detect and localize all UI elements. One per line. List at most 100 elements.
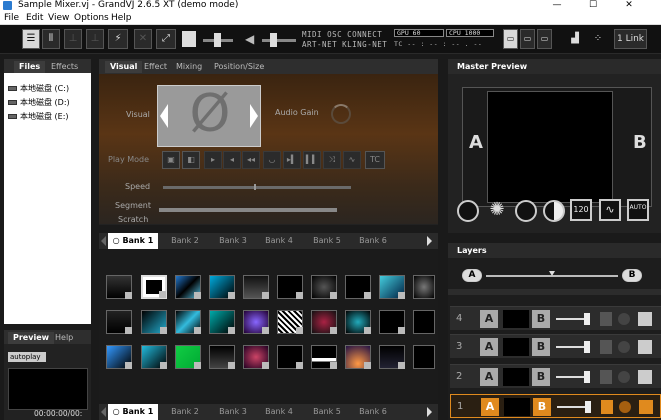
- menu-help[interactable]: Help: [111, 11, 132, 25]
- layer-opacity-handle[interactable]: [584, 371, 590, 383]
- play-mode-loop-button[interactable]: ▣: [162, 151, 180, 169]
- clip-thumbnail[interactable]: [243, 310, 269, 334]
- clip-edit-icon[interactable]: [262, 292, 269, 299]
- pause-button[interactable]: ▍▍: [303, 151, 321, 169]
- layer-opacity-handle[interactable]: [585, 401, 591, 413]
- clip-thumbnail[interactable]: [277, 345, 303, 369]
- snap-left-button[interactable]: ⊥: [64, 29, 82, 49]
- clip-thumbnail[interactable]: [209, 310, 235, 334]
- layer-edit-icon[interactable]: [638, 312, 652, 326]
- speaker-icon[interactable]: ◀: [245, 33, 255, 45]
- menu-file[interactable]: File: [4, 11, 19, 25]
- protocols-line1[interactable]: MIDI OSC CONNECT: [302, 30, 382, 39]
- clip-edit-icon[interactable]: [160, 362, 167, 369]
- clip-edit-icon[interactable]: [159, 291, 166, 298]
- bank-scroll-right-icon[interactable]: [427, 236, 432, 246]
- drive-d[interactable]: 本地磁盘 (D:): [8, 97, 70, 108]
- bank-tab-6-bottom[interactable]: Bank 6: [353, 404, 393, 420]
- layer-stop-button[interactable]: [618, 313, 630, 325]
- tab-effect[interactable]: Effect: [139, 61, 172, 73]
- clip-edit-icon[interactable]: [194, 292, 201, 299]
- layer-edit-icon[interactable]: [638, 340, 652, 354]
- drive-c[interactable]: 本地磁盘 (C:): [8, 83, 69, 94]
- layer-b-button[interactable]: B: [533, 398, 551, 416]
- layer-row-1[interactable]: 1 A B: [450, 394, 661, 418]
- clip-thumbnail[interactable]: [209, 345, 235, 369]
- crossfade-b-button[interactable]: B: [622, 269, 642, 282]
- clip-edit-icon[interactable]: [296, 362, 303, 369]
- clip-edit-icon[interactable]: [296, 327, 303, 334]
- clip-thumbnail[interactable]: [277, 275, 303, 299]
- clip-edit-icon[interactable]: [228, 362, 235, 369]
- clip-edit-icon[interactable]: [364, 362, 371, 369]
- layer-stop-button[interactable]: [618, 371, 630, 383]
- clip-thumbnail[interactable]: [413, 275, 435, 299]
- layer-b-button[interactable]: B: [532, 338, 550, 356]
- play-mode-bounce-button[interactable]: ◧: [182, 151, 200, 169]
- close-button[interactable]: ✕: [614, 0, 644, 11]
- stop-button[interactable]: ▸▍: [283, 151, 301, 169]
- matrix-button[interactable]: ⁘: [590, 29, 606, 49]
- layer-a-button[interactable]: A: [480, 310, 498, 328]
- layer-a-button[interactable]: A: [480, 368, 498, 386]
- volume-slider-track[interactable]: [262, 39, 296, 42]
- clip-edit-icon[interactable]: [228, 292, 235, 299]
- bank-tab-4[interactable]: Bank 4: [259, 233, 299, 249]
- layer-b-button[interactable]: B: [532, 310, 550, 328]
- bank-tab-6[interactable]: Bank 6: [353, 233, 393, 249]
- maximize-button[interactable]: ☐: [578, 0, 608, 11]
- bank-tab-3-bottom[interactable]: Bank 3: [213, 404, 253, 420]
- clip-edit-icon[interactable]: [330, 292, 337, 299]
- bank-tab-5[interactable]: Bank 5: [307, 233, 347, 249]
- clip-thumbnail[interactable]: [209, 275, 235, 299]
- tab-preview[interactable]: Preview: [8, 332, 55, 344]
- bank-tab-2[interactable]: Bank 2: [165, 233, 205, 249]
- layer-opacity-handle[interactable]: [584, 341, 590, 353]
- autoplay-toggle[interactable]: autoplay: [8, 352, 46, 362]
- layer-edit-icon[interactable]: [639, 400, 653, 414]
- layer-b-button[interactable]: B: [532, 368, 550, 386]
- bank-scroll-left-icon[interactable]: [101, 236, 106, 246]
- clip-thumbnail[interactable]: [106, 310, 132, 334]
- random-button[interactable]: ⤨: [323, 151, 341, 169]
- clip-edit-icon[interactable]: [398, 292, 405, 299]
- master-brightness-knob-icon[interactable]: [457, 200, 479, 222]
- crossfader-handle[interactable]: [549, 271, 555, 276]
- master-fader-knob[interactable]: [182, 31, 196, 47]
- clip-thumbnail[interactable]: [311, 310, 337, 334]
- clip-edit-icon[interactable]: [330, 327, 337, 334]
- clear-button[interactable]: ⚡: [108, 29, 128, 49]
- clip-thumbnail[interactable]: [175, 345, 201, 369]
- clip-thumbnail[interactable]: [175, 275, 201, 299]
- layer-play-button[interactable]: [600, 370, 612, 384]
- master-fader-handle[interactable]: [214, 33, 221, 47]
- contrast-icon[interactable]: [543, 200, 565, 222]
- menu-options[interactable]: Options: [74, 11, 109, 25]
- auto-button[interactable]: AUTO: [627, 199, 649, 221]
- clip-thumbnail[interactable]: [345, 275, 371, 299]
- bpm-button[interactable]: 120: [570, 199, 592, 221]
- clip-thumbnail[interactable]: [106, 275, 132, 299]
- clip-edit-icon[interactable]: [296, 292, 303, 299]
- clip-edit-icon[interactable]: [398, 362, 405, 369]
- bank-tab-1[interactable]: ○ Bank 1: [108, 233, 158, 249]
- clip-thumbnail[interactable]: [141, 310, 167, 334]
- mixer-view-button[interactable]: ⦀: [42, 29, 60, 49]
- clip-thumbnail[interactable]: [379, 310, 405, 334]
- clip-edit-icon[interactable]: [194, 362, 201, 369]
- layer-opacity-handle[interactable]: [584, 313, 590, 325]
- tab-help[interactable]: Help: [50, 332, 78, 344]
- layer-stop-button[interactable]: [618, 341, 630, 353]
- clip-thumbnail[interactable]: [413, 310, 435, 334]
- bank-tab-5-bottom[interactable]: Bank 5: [307, 404, 347, 420]
- clip-thumbnail[interactable]: [141, 275, 167, 299]
- tab-position-size[interactable]: Position/Size: [209, 61, 269, 73]
- bank-tab-3[interactable]: Bank 3: [213, 233, 253, 249]
- clip-thumbnail[interactable]: [106, 345, 132, 369]
- clip-edit-icon[interactable]: [125, 292, 132, 299]
- cue-button[interactable]: ◂◂: [242, 151, 260, 169]
- clip-edit-icon[interactable]: [228, 327, 235, 334]
- play-forward-button[interactable]: ▸: [204, 151, 222, 169]
- list-view-button[interactable]: ☰: [22, 29, 40, 49]
- layout-one-button[interactable]: ▭: [503, 29, 518, 49]
